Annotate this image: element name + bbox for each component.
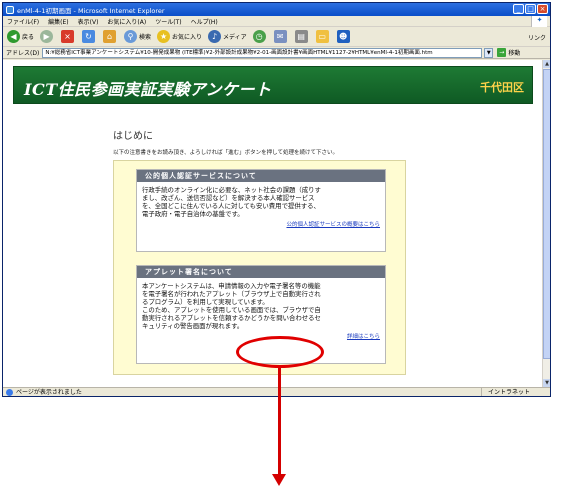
intro-heading: はじめに [113, 131, 153, 142]
applet-signature-title: アプレット署名について [137, 266, 385, 278]
annotation-arrow-head-icon [272, 474, 286, 486]
applet-signature-body: 本アンケートシステムは、申請情報の入力や電子署名等の機能 を電子署名が行われたア… [137, 278, 385, 332]
maximize-button[interactable]: □ [525, 4, 536, 14]
menu-help[interactable]: ヘルプ(H) [191, 17, 218, 26]
windows-flag-icon: ✦ [531, 16, 547, 27]
links-label[interactable]: リンク [528, 33, 546, 42]
forward-button[interactable]: ▶ [40, 30, 55, 43]
mail-icon: ✉ [273, 30, 287, 43]
search-button[interactable]: ⚲ 検索 [124, 30, 151, 43]
scroll-down-icon[interactable]: ▼ [543, 379, 550, 387]
back-label: 戻る [22, 34, 35, 41]
messenger-icon: ☻ [336, 30, 350, 43]
go-arrow-icon: → [497, 48, 507, 57]
print-icon: ▤ [294, 30, 308, 43]
page-done-icon [6, 389, 13, 396]
back-button[interactable]: ◀ 戻る [7, 30, 34, 43]
edit-button[interactable]: ▭ [315, 30, 331, 43]
status-text: ページが表示されました [16, 389, 82, 396]
address-label: アドレス(D) [6, 50, 40, 57]
public-auth-line: まし、改ざん、送信否認など）を解決する本人確認サービス [142, 194, 315, 202]
refresh-button[interactable]: ↻ [82, 30, 97, 43]
address-input[interactable]: N:¥総務省ICT事業アンケートシステム¥10-開発成果物 (ITE標準)¥2-… [42, 47, 483, 58]
menu-tools[interactable]: ツール(T) [155, 17, 181, 26]
window-title: enMl-4-1初期画面 - Microsoft Internet Explor… [17, 6, 165, 15]
vertical-scrollbar[interactable]: ▲ ▼ [542, 60, 550, 387]
stop-icon: × [61, 30, 75, 43]
media-label: メディア [223, 34, 247, 41]
applet-line: キュリティの警告画面が現れます。 [142, 322, 244, 330]
public-auth-box: 公的個人認証サービスについて 行政手続のオンライン化に必要な、ネット社会の課題（… [136, 169, 386, 252]
scroll-thumb[interactable] [543, 69, 550, 359]
public-auth-line: を、全国どこに住んでいる人に対しても安い費用で提供する、 [142, 202, 320, 210]
ie-icon [6, 5, 14, 14]
close-button[interactable]: × [537, 4, 548, 14]
public-auth-title: 公的個人認証サービスについて [137, 170, 385, 182]
menu-view[interactable]: 表示(V) [78, 17, 99, 26]
applet-line: 本アンケートシステムは、申請情報の入力や電子署名等の機能 [142, 282, 321, 290]
media-icon: ♪ [208, 30, 222, 43]
public-auth-overview-link[interactable]: 公的個人認証サービスの概要はこちら [137, 220, 385, 232]
zone-label: イントラネット [480, 388, 530, 396]
public-auth-line: 行政手続のオンライン化に必要な、ネット社会の課題（成りす [142, 186, 321, 194]
favorites-label: お気に入り [172, 34, 203, 41]
page-header-banner: ICT住民参画実証実験アンケート 千代田区 [13, 66, 533, 104]
search-label: 検索 [139, 34, 152, 41]
applet-line: このため、アプレットを使用している画面では、ブラウザで自 [142, 306, 321, 314]
go-button[interactable]: → 移動 [497, 48, 520, 57]
applet-line: を電子署名が行われたアプレット（ブラウザ上で自動実行され [142, 290, 321, 298]
home-icon: ⌂ [103, 30, 117, 43]
menu-favorites[interactable]: お気に入り(A) [107, 17, 146, 26]
folder-icon: ▭ [315, 30, 329, 43]
history-icon: ◷ [252, 30, 266, 43]
menu-file[interactable]: ファイル(F) [7, 17, 39, 26]
history-button[interactable]: ◷ [252, 30, 268, 43]
address-dropdown[interactable]: ▼ [484, 47, 494, 58]
refresh-icon: ↻ [82, 30, 96, 43]
minimize-button[interactable]: _ [513, 4, 524, 14]
public-auth-body: 行政手続のオンライン化に必要な、ネット社会の課題（成りす まし、改ざん、送信否認… [137, 182, 385, 220]
public-auth-line: 電子政府・電子自治体の基盤です。 [142, 210, 244, 218]
address-bar: アドレス(D) N:¥総務省ICT事業アンケートシステム¥10-開発成果物 (I… [3, 47, 550, 59]
applet-line: 動実行されるアプレットを信頼するかどうかを問い合わせるセ [142, 314, 321, 322]
menu-bar: ファイル(F) 編集(E) 表示(V) お気に入り(A) ツール(T) ヘルプ(… [3, 16, 550, 27]
forward-arrow-icon: ▶ [40, 30, 54, 43]
back-arrow-icon: ◀ [7, 30, 20, 43]
mail-button[interactable]: ✉ [273, 30, 289, 43]
messenger-button[interactable]: ☻ [336, 30, 352, 43]
status-bar: ページが表示されました イントラネット [3, 387, 550, 396]
home-button[interactable]: ⌂ [103, 30, 118, 43]
page-header-title: ICT住民参画実証実験アンケート [24, 80, 272, 99]
search-icon: ⚲ [124, 30, 138, 43]
annotation-arrow-shaft [278, 368, 281, 476]
stop-button[interactable]: × [61, 30, 76, 43]
toolbar: ◀ 戻る ▶ × ↻ ⌂ ⚲ 検索 ★ お気に入り ♪ メディア ◷ ✉ ▤ ▭… [3, 27, 550, 47]
intro-text: 以下の注意書きをお読み頂き、よろしければ「進む」ボタンを押して処理を続けて下さい… [113, 150, 338, 156]
menu-edit[interactable]: 編集(E) [48, 17, 68, 26]
favorites-button[interactable]: ★ お気に入り [157, 30, 202, 43]
print-button[interactable]: ▤ [294, 30, 310, 43]
go-label: 移動 [508, 50, 521, 57]
media-button[interactable]: ♪ メディア [208, 30, 247, 43]
title-bar: enMl-4-1初期画面 - Microsoft Internet Explor… [3, 3, 550, 16]
annotation-highlight-ellipse [236, 336, 324, 368]
municipality-label: 千代田区 [480, 81, 524, 94]
applet-line: るプログラム）を利用して実現しています。 [142, 298, 269, 306]
scroll-up-icon[interactable]: ▲ [543, 60, 550, 68]
star-icon: ★ [157, 30, 171, 43]
